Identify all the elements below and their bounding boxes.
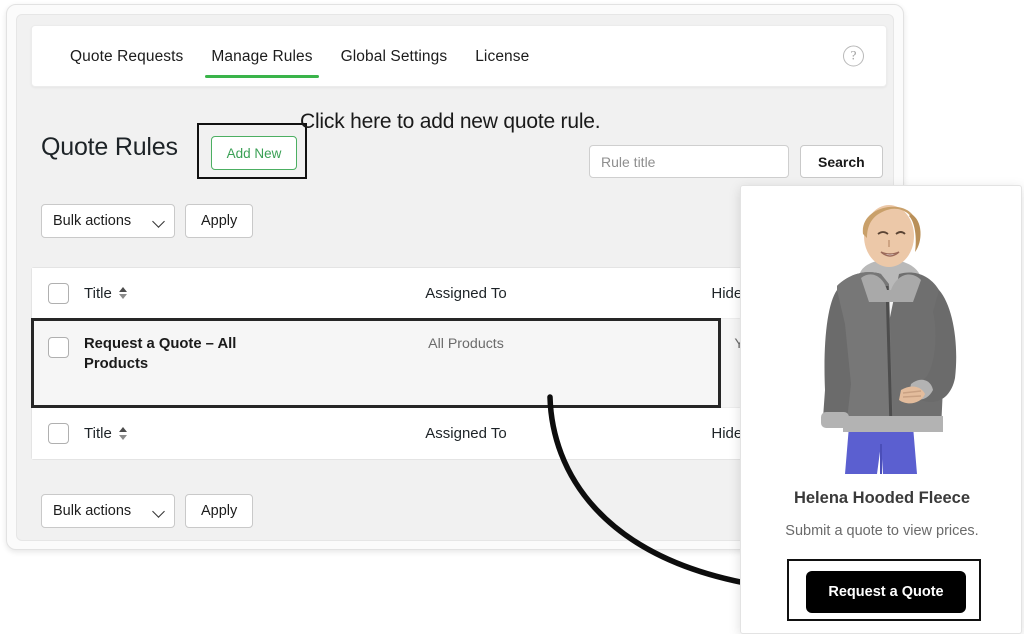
column-footer-title[interactable]: Title	[84, 425, 296, 442]
page-title: Quote Rules	[41, 133, 178, 161]
apply-button-top[interactable]: Apply	[185, 204, 254, 238]
tab-label: Quote Requests	[70, 48, 184, 65]
apply-button-bottom[interactable]: Apply	[185, 494, 254, 528]
chevron-down-icon	[152, 505, 165, 518]
row-checkbox[interactable]	[47, 337, 69, 358]
product-price-notice: Submit a quote to view prices.	[785, 523, 979, 539]
search-button[interactable]: Search	[800, 145, 883, 178]
column-header-title[interactable]: Title	[84, 285, 296, 302]
admin-tabbar: Quote Requests Manage Rules Global Setti…	[31, 25, 887, 87]
product-title: Helena Hooded Fleece	[793, 489, 971, 507]
screenshot-root: Quote Requests Manage Rules Global Setti…	[0, 0, 1024, 634]
select-all-cell	[32, 282, 84, 304]
product-card: Helena Hooded Fleece Submit a quote to v…	[740, 185, 1022, 634]
column-footer-title-label: Title	[84, 425, 112, 442]
select-all-checkbox-top[interactable]	[47, 282, 69, 304]
row-assigned-to: All Products	[428, 336, 504, 352]
column-footer-assigned-to: Assigned To	[425, 425, 507, 442]
tab-label: Manage Rules	[211, 48, 313, 65]
request-quote-annotation-box: Request a Quote	[787, 559, 981, 621]
row-select-cell	[32, 319, 84, 358]
chevron-down-icon	[152, 215, 165, 228]
search-input[interactable]	[589, 145, 789, 178]
select-all-cell-bottom	[32, 423, 84, 444]
tab-license[interactable]: License	[461, 26, 543, 88]
add-new-button[interactable]: Add New	[211, 136, 297, 170]
request-a-quote-button[interactable]: Request a Quote	[806, 571, 966, 613]
column-header-assigned-to: Assigned To	[425, 284, 507, 302]
tab-label: License	[475, 48, 530, 65]
bulk-actions-select-top[interactable]: Bulk actions	[41, 204, 175, 238]
help-icon[interactable]: ?	[843, 45, 864, 67]
add-new-callout-text: Click here to add new quote rule.	[300, 110, 601, 133]
tab-label: Global Settings	[340, 48, 448, 65]
tab-manage-rules[interactable]: Manage Rules	[197, 26, 326, 88]
product-photo	[741, 194, 1021, 474]
column-header-title-label: Title	[84, 284, 112, 302]
bulk-actions-row-bottom: Bulk actions Apply	[41, 494, 254, 528]
search-area: Search	[589, 145, 883, 178]
sort-arrows-icon[interactable]	[118, 286, 127, 300]
row-title[interactable]: Request a Quote – All Products	[84, 319, 296, 374]
bulk-actions-select-bottom[interactable]: Bulk actions	[41, 494, 175, 528]
bulk-actions-label: Bulk actions	[53, 503, 132, 519]
sort-arrows-icon[interactable]	[118, 427, 127, 440]
bulk-actions-label: Bulk actions	[53, 213, 132, 229]
add-new-annotation-box: Add New	[197, 123, 307, 179]
bulk-actions-row-top: Bulk actions Apply	[41, 204, 254, 238]
select-all-checkbox-bottom[interactable]	[47, 423, 69, 444]
tab-quote-requests[interactable]: Quote Requests	[56, 26, 197, 88]
tab-list: Quote Requests Manage Rules Global Setti…	[56, 26, 543, 88]
tab-global-settings[interactable]: Global Settings	[327, 26, 462, 88]
